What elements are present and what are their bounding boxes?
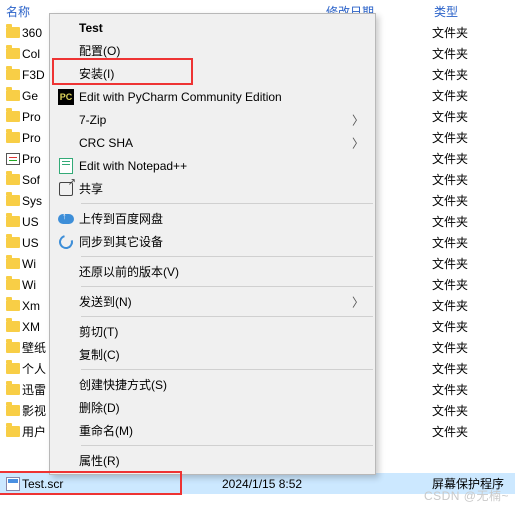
file-type: 文件夹: [392, 108, 515, 125]
menu-label: 上传到百度网盘: [79, 210, 350, 227]
file-type: 文件夹: [392, 87, 515, 104]
cloud-upload-icon: [58, 214, 74, 224]
menu-label: 共享: [79, 180, 350, 197]
menu-item-restore[interactable]: 还原以前的版本(V): [51, 260, 374, 283]
menu-label: 重命名(M): [79, 422, 350, 439]
folder-icon: [6, 111, 20, 122]
folder-icon: [6, 237, 20, 248]
file-name: Test.scr: [22, 477, 162, 491]
menu-label: 发送到(N): [79, 293, 350, 310]
folder-icon: [6, 258, 20, 269]
sync-icon: [56, 232, 75, 251]
menu-separator: [81, 369, 373, 370]
menu-item-install[interactable]: 安装(I): [51, 62, 374, 85]
menu-label: 属性(R): [79, 452, 350, 469]
folder-icon: [6, 27, 20, 38]
folder-icon: [6, 132, 20, 143]
folder-icon: [6, 300, 20, 311]
menu-separator: [81, 256, 373, 257]
file-type: 文件夹: [392, 66, 515, 83]
menu-label: Edit with Notepad++: [79, 159, 350, 173]
folder-icon: [6, 426, 20, 437]
file-type: 文件夹: [392, 213, 515, 230]
context-menu: Test 配置(O) 安装(I) PC Edit with PyCharm Com…: [49, 13, 376, 475]
menu-label: 复制(C): [79, 346, 350, 363]
watermark: CSDN @无楠~: [424, 487, 509, 504]
menu-item-notepadpp[interactable]: Edit with Notepad++: [51, 154, 374, 177]
menu-label: CRC SHA: [79, 136, 350, 150]
menu-label: 同步到其它设备: [79, 233, 350, 250]
menu-item-baidu-upload[interactable]: 上传到百度网盘: [51, 207, 374, 230]
menu-item-pycharm[interactable]: PC Edit with PyCharm Community Edition: [51, 85, 374, 108]
menu-label: 剪切(T): [79, 323, 350, 340]
menu-separator: [81, 203, 373, 204]
folder-icon: [6, 48, 20, 59]
menu-separator: [81, 445, 373, 446]
menu-item-rename[interactable]: 重命名(M): [51, 419, 374, 442]
menu-label: 配置(O): [79, 42, 350, 59]
notepadpp-icon: [59, 158, 73, 174]
menu-item-copy[interactable]: 复制(C): [51, 343, 374, 366]
chevron-right-icon: 〉: [352, 134, 364, 151]
pycharm-icon: PC: [58, 89, 74, 105]
folder-icon: [6, 342, 20, 353]
file-type: 文件夹: [392, 192, 515, 209]
file-type: 文件夹: [392, 402, 515, 419]
file-type: 文件夹: [392, 276, 515, 293]
menu-item-shortcut[interactable]: 创建快捷方式(S): [51, 373, 374, 396]
menu-item-cut[interactable]: 剪切(T): [51, 320, 374, 343]
file-type: 文件夹: [392, 381, 515, 398]
chevron-right-icon: 〉: [352, 293, 364, 310]
share-icon: [59, 182, 73, 196]
menu-item-test[interactable]: Test: [51, 16, 374, 39]
menu-label: Test: [79, 21, 350, 35]
file-type: 文件夹: [392, 423, 515, 440]
menu-item-delete[interactable]: 删除(D): [51, 396, 374, 419]
folder-icon: [6, 216, 20, 227]
file-type: 文件夹: [392, 129, 515, 146]
menu-label: 7-Zip: [79, 113, 350, 127]
menu-item-crcsha[interactable]: CRC SHA〉: [51, 131, 374, 154]
file-type: 文件夹: [392, 45, 515, 62]
program-folder-icon: [6, 153, 20, 165]
menu-separator: [81, 316, 373, 317]
folder-icon: [6, 363, 20, 374]
menu-item-7zip[interactable]: 7-Zip〉: [51, 108, 374, 131]
file-type: 文件夹: [392, 171, 515, 188]
screensaver-icon: [6, 477, 20, 491]
file-type: 文件夹: [392, 360, 515, 377]
file-type: 文件夹: [392, 318, 515, 335]
folder-icon: [6, 90, 20, 101]
folder-icon: [6, 384, 20, 395]
folder-icon: [6, 279, 20, 290]
file-type: 文件夹: [392, 255, 515, 272]
folder-icon: [6, 69, 20, 80]
file-type: 文件夹: [392, 234, 515, 251]
menu-separator: [81, 286, 373, 287]
menu-label: 还原以前的版本(V): [79, 263, 350, 280]
menu-item-sendto[interactable]: 发送到(N)〉: [51, 290, 374, 313]
menu-label: 创建快捷方式(S): [79, 376, 350, 393]
folder-icon: [6, 321, 20, 332]
menu-item-configure[interactable]: 配置(O): [51, 39, 374, 62]
menu-item-baidu-sync[interactable]: 同步到其它设备: [51, 230, 374, 253]
folder-icon: [6, 195, 20, 206]
file-type: 文件夹: [392, 24, 515, 41]
file-type: 文件夹: [392, 297, 515, 314]
menu-item-properties[interactable]: 属性(R): [51, 449, 374, 472]
chevron-right-icon: 〉: [352, 111, 364, 128]
menu-label: 删除(D): [79, 399, 350, 416]
folder-icon: [6, 405, 20, 416]
file-date: 2024/1/15 8:52: [162, 477, 392, 491]
folder-icon: [6, 174, 20, 185]
menu-label: 安装(I): [79, 65, 350, 82]
file-type: 文件夹: [392, 150, 515, 167]
menu-label: Edit with PyCharm Community Edition: [79, 90, 350, 104]
menu-item-share[interactable]: 共享: [51, 177, 374, 200]
file-type: 文件夹: [392, 339, 515, 356]
column-header-type[interactable]: 类型: [394, 3, 515, 20]
